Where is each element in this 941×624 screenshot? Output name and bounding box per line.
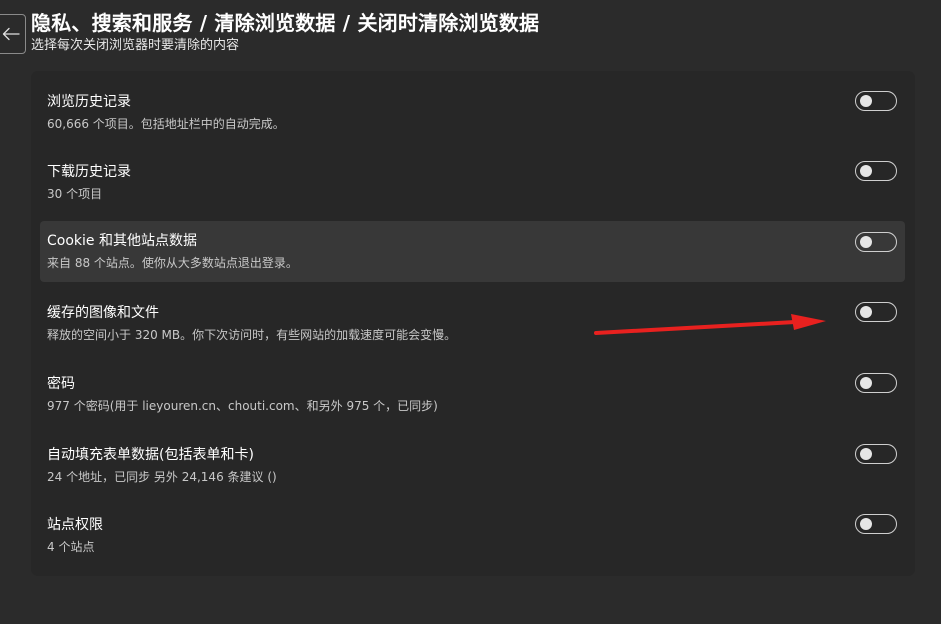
toggle-knob <box>860 236 872 248</box>
option-title: 浏览历史记录 <box>47 94 131 110</box>
back-button[interactable] <box>0 14 26 54</box>
arrow-left-icon <box>2 27 20 41</box>
passwords-toggle[interactable] <box>855 373 897 393</box>
option-description: 30 个项目 <box>47 187 103 201</box>
option-row-cached-images: 缓存的图像和文件 释放的空间小于 320 MB。你下次访问时，有些网站的加载速度… <box>40 293 905 354</box>
download-history-toggle[interactable] <box>855 161 897 181</box>
toggle-knob <box>860 165 872 177</box>
cookies-toggle[interactable] <box>855 232 897 252</box>
option-title: 缓存的图像和文件 <box>47 305 159 321</box>
option-row-browsing-history: 浏览历史记录 60,666 个项目。包括地址栏中的自动完成。 <box>40 82 905 143</box>
option-description: 60,666 个项目。包括地址栏中的自动完成。 <box>47 117 285 131</box>
autofill-toggle[interactable] <box>855 444 897 464</box>
toggle-knob <box>860 448 872 460</box>
option-row-site-permissions: 站点权限 4 个站点 <box>40 505 905 566</box>
toggle-knob <box>860 518 872 530</box>
clear-data-options-card: 浏览历史记录 60,666 个项目。包括地址栏中的自动完成。 下载历史记录 30… <box>31 71 915 576</box>
option-row-download-history: 下载历史记录 30 个项目 <box>40 152 905 213</box>
toggle-knob <box>860 95 872 107</box>
option-row-autofill: 自动填充表单数据(包括表单和卡) 24 个地址，已同步 另外 24,146 条建… <box>40 435 905 496</box>
option-description: 释放的空间小于 320 MB。你下次访问时，有些网站的加载速度可能会变慢。 <box>47 328 457 342</box>
option-title: 自动填充表单数据(包括表单和卡) <box>47 447 254 463</box>
option-description: 来自 88 个站点。使你从大多数站点退出登录。 <box>47 256 298 270</box>
page-subtitle: 选择每次关闭浏览器时要清除的内容 <box>31 38 240 53</box>
settings-page: 隐私、搜索和服务 / 清除浏览数据 / 关闭时清除浏览数据 选择每次关闭浏览器时… <box>0 0 941 624</box>
option-title: Cookie 和其他站点数据 <box>47 233 197 249</box>
option-row-passwords: 密码 977 个密码(用于 lieyouren.cn、chouti.com、和另… <box>40 364 905 425</box>
site-permissions-toggle[interactable] <box>855 514 897 534</box>
option-title: 站点权限 <box>47 517 103 533</box>
browsing-history-toggle[interactable] <box>855 91 897 111</box>
page-title: 隐私、搜索和服务 / 清除浏览数据 / 关闭时清除浏览数据 <box>31 11 540 35</box>
option-title: 下载历史记录 <box>47 164 131 180</box>
option-title: 密码 <box>47 376 75 392</box>
option-description: 4 个站点 <box>47 540 95 554</box>
cached-images-toggle[interactable] <box>855 302 897 322</box>
toggle-knob <box>860 306 872 318</box>
option-row-cookies: Cookie 和其他站点数据 来自 88 个站点。使你从大多数站点退出登录。 <box>40 221 905 282</box>
option-description: 24 个地址，已同步 另外 24,146 条建议 () <box>47 470 277 484</box>
option-description: 977 个密码(用于 lieyouren.cn、chouti.com、和另外 9… <box>47 399 438 413</box>
toggle-knob <box>860 377 872 389</box>
